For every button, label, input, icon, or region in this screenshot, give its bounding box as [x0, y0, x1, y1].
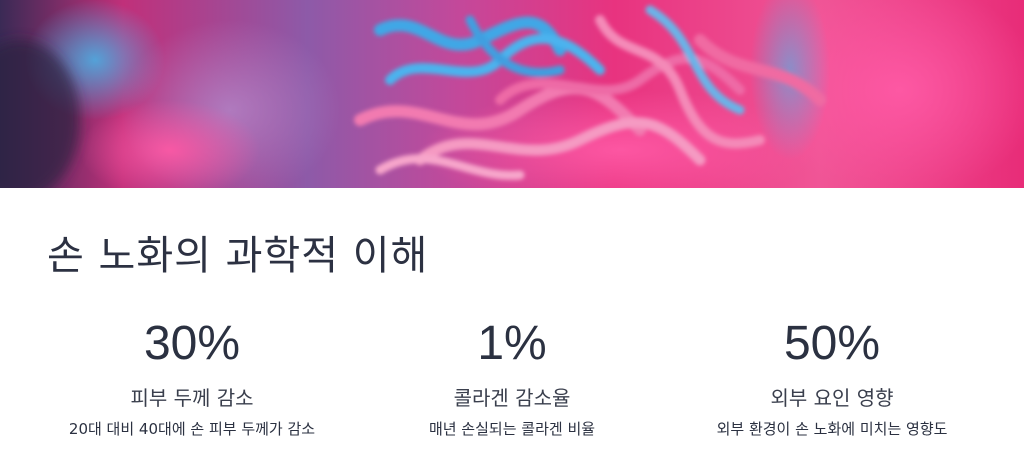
stat-collagen-loss: 1% 콜라겐 감소율 매년 손실되는 콜라겐 비율 [352, 312, 672, 440]
collagen-fibers-illustration [0, 0, 1024, 188]
stat-external-factors: 50% 외부 요인 영향 외부 환경이 손 노화에 미치는 영향도 [672, 312, 992, 440]
stat-description: 외부 환경이 손 노화에 미치는 영향도 [716, 420, 948, 438]
hero-image [0, 0, 1024, 188]
stat-description: 20대 대비 40대에 손 피부 두께가 감소 [68, 420, 316, 438]
stat-value: 30% [143, 317, 241, 370]
stat-label: 외부 요인 영향 [770, 386, 894, 410]
stats-row: 30% 피부 두께 감소 20대 대비 40대에 손 피부 두께가 감소 1% … [0, 312, 1024, 454]
page-title: 손 노화의 과학적 이해 [47, 233, 429, 279]
stat-label: 콜라겐 감소율 [453, 386, 571, 410]
stat-description: 매년 손실되는 콜라겐 비율 [428, 420, 596, 438]
stat-value: 1% [477, 317, 547, 370]
stat-label: 피부 두께 감소 [130, 386, 254, 410]
stat-value: 50% [783, 317, 881, 370]
stat-skin-thickness: 30% 피부 두께 감소 20대 대비 40대에 손 피부 두께가 감소 [32, 312, 352, 440]
